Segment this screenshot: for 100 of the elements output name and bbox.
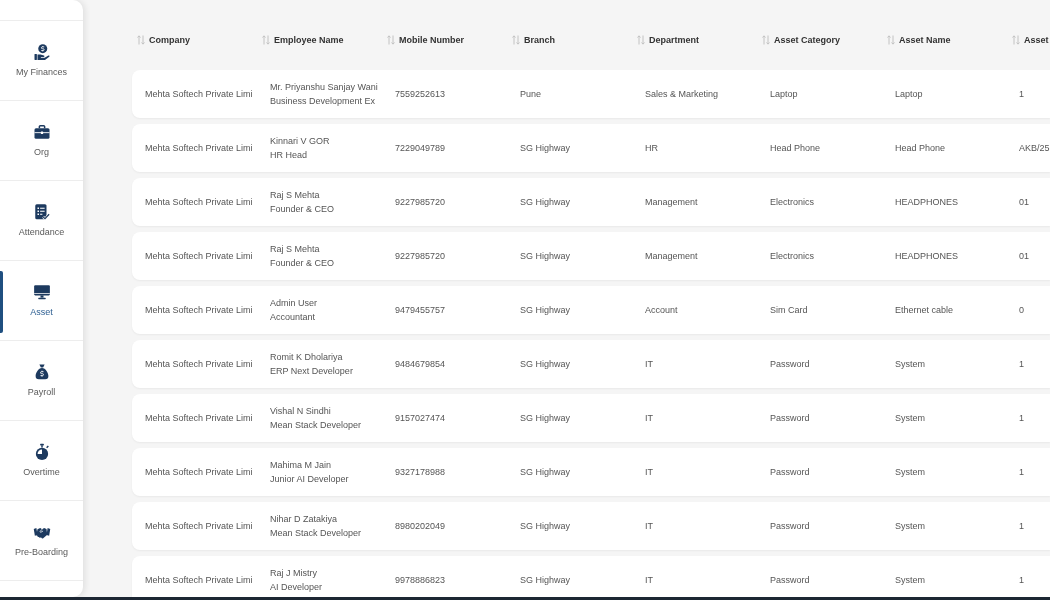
table-cell-text: 7229049789 [394, 142, 447, 154]
column-header[interactable]: Branch [507, 30, 632, 50]
table-cell-text: 1 [1018, 358, 1025, 370]
table-cell-text: Mehta Softech Private Limi [144, 412, 254, 424]
table-cell-text: Laptop [894, 88, 924, 100]
job-title: Accountant [270, 311, 317, 323]
table-cell-text: 7559252613 [394, 88, 447, 100]
table-cell-text: Mehta Softech Private Limi [144, 250, 254, 262]
table-cell-text: 01 [1018, 250, 1030, 262]
table-cell-text: Password [769, 466, 811, 478]
job-title: Junior AI Developer [270, 473, 350, 485]
table-cell-text: Sim Card [769, 304, 809, 316]
sort-icon [762, 35, 770, 45]
table-cell-text: SG Highway [519, 358, 572, 370]
sort-icon [637, 35, 645, 45]
table-cell-text: System [894, 466, 926, 478]
employee-name: Romit K Dholariya [270, 351, 344, 363]
table-cell-text: Password [769, 574, 811, 586]
employee-name: Nihar D Zatakiya [270, 513, 339, 525]
sort-icon [887, 35, 895, 45]
job-title: Founder & CEO [270, 203, 336, 215]
table-cell-text: SG Highway [519, 250, 572, 262]
table-cell-text: Electronics [769, 196, 815, 208]
table-cell-text: 1 [1018, 574, 1025, 586]
sort-icon [512, 35, 520, 45]
employee-name: Kinnari V GOR [270, 135, 331, 147]
table-cell-text: HEADPHONES [894, 196, 959, 208]
table-cell-text: 9157027474 [394, 412, 447, 424]
job-title: Mean Stack Developer [270, 527, 363, 539]
table-cell-text: SG Highway [519, 304, 572, 316]
table-cell-text: 1 [1018, 466, 1025, 478]
column-header[interactable]: Department [632, 30, 757, 50]
table-cell-text: Pune [519, 88, 543, 100]
employee-name: Mahima M Jain [270, 459, 333, 471]
table-cell-text: System [894, 520, 926, 532]
table-cell-text: 9479455757 [394, 304, 447, 316]
job-title: Mean Stack Developer [270, 419, 363, 431]
table-cell-text: Mehta Softech Private Limi [144, 196, 254, 208]
table-cell-text: IT [644, 574, 654, 586]
table-cell-text: SG Highway [519, 142, 572, 154]
table-cell-text: Mehta Softech Private Limi [144, 574, 254, 586]
table-cell-text: Mehta Softech Private Limi [144, 520, 254, 532]
employee-name: Raj S Mehta [270, 243, 321, 255]
table-cell-text: SG Highway [519, 574, 572, 586]
table-cell-text: System [894, 358, 926, 370]
employee-name: Raj J Mistry [270, 567, 318, 579]
table-cell-text: IT [644, 412, 654, 424]
table-cell-text: SG Highway [519, 520, 572, 532]
nav-item[interactable]: Org [0, 101, 83, 181]
job-title: Business Development Ex [270, 95, 377, 107]
table-cell-text: Management [644, 196, 699, 208]
table-cell-text: HEADPHONES [894, 250, 959, 262]
table-cell-text: SG Highway [519, 466, 572, 478]
nav-item[interactable]: Payroll [0, 341, 83, 421]
table-cell-text: HR [644, 142, 659, 154]
table-cell-text: 8980202049 [394, 520, 447, 532]
nav-item[interactable]: Overtime [0, 421, 83, 501]
hand-coin-icon [32, 43, 51, 61]
table-cell-text: 9484679854 [394, 358, 447, 370]
sort-icon [137, 35, 145, 45]
job-title: HR Head [270, 149, 308, 161]
table-cell-text: 9978886823 [394, 574, 447, 586]
employee-name: Mr. Priyanshu Sanjay Wani [270, 81, 379, 93]
column-header[interactable]: Asset [1007, 30, 1050, 50]
table-cell-text: System [894, 412, 926, 424]
table-cell-text: Mehta Softech Private Limi [144, 142, 254, 154]
sort-icon [1012, 35, 1020, 45]
table-cell-text: Management [644, 250, 699, 262]
sort-icon [262, 35, 270, 45]
nav-item[interactable]: My Finances [0, 21, 83, 101]
table-cell-text: Mehta Softech Private Limi [144, 358, 254, 370]
employee-name: Raj S Mehta [270, 189, 321, 201]
column-header[interactable]: Mobile Number [382, 30, 507, 50]
nav-item[interactable]: Asset [0, 261, 83, 341]
table-cell-text: 1 [1018, 412, 1025, 424]
table-cell-text: System [894, 574, 926, 586]
sort-icon [387, 35, 395, 45]
table-cell-text: Password [769, 358, 811, 370]
nav-item[interactable]: Pre-Boarding [0, 501, 83, 581]
table-cell-text: Head Phone [894, 142, 947, 154]
job-title: AI Developer [270, 581, 324, 593]
table-cell-text: Ethernet cable [894, 304, 955, 316]
column-header[interactable]: Asset Name [882, 30, 1007, 50]
table-cell-text: Account [644, 304, 679, 316]
table-cell-text: IT [644, 358, 654, 370]
column-header[interactable]: Company [132, 30, 257, 50]
table-cell-text: Laptop [769, 88, 799, 100]
table-cell-text: SG Highway [519, 196, 572, 208]
table-cell-text: Mehta Softech Private Limi [144, 88, 254, 100]
table-cell-text: 01 [1018, 196, 1030, 208]
column-header[interactable]: Asset Category [757, 30, 882, 50]
column-header[interactable]: Employee Name [257, 30, 382, 50]
nav-item[interactable]: Attendance [0, 181, 83, 261]
table-cell-text: AKB/25 [1018, 142, 1050, 154]
employee-name: Vishal N Sindhi [270, 405, 332, 417]
table-cell-text: Mehta Softech Private Limi [144, 304, 254, 316]
table-cell-text: 0 [1018, 304, 1025, 316]
table-cell-text: Sales & Marketing [644, 88, 720, 100]
table-cell-text: 9227985720 [394, 250, 447, 262]
table-cell-text: IT [644, 520, 654, 532]
